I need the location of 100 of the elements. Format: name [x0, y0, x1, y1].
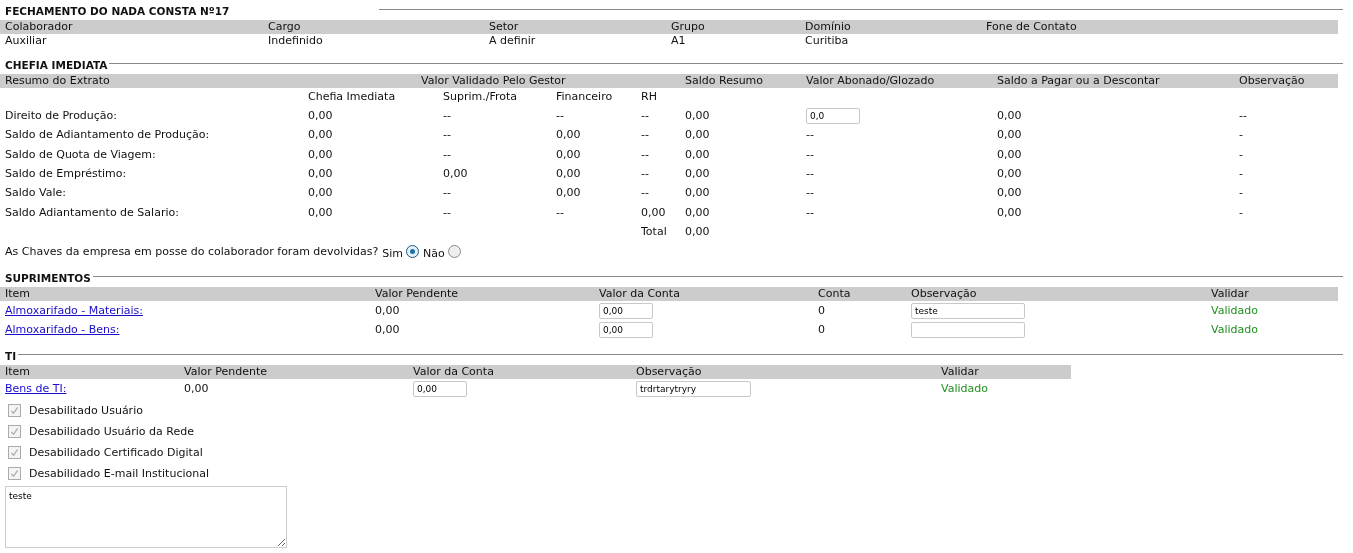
- section-title: TI: [5, 350, 17, 363]
- input-field[interactable]: trdrtarytryry: [636, 380, 751, 397]
- table-cell-text: --: [806, 185, 814, 202]
- column-header: Fone de Contato: [986, 20, 1078, 34]
- table-cell-text: --: [641, 127, 650, 144]
- table-cell-text: --: [806, 146, 814, 163]
- table-cell-text: --: [556, 108, 565, 125]
- table-cell-text: --: [641, 166, 650, 183]
- table-cell-text: --: [806, 127, 814, 144]
- column-header: Item: [5, 287, 32, 302]
- status-text: Validado: [941, 381, 989, 398]
- table-cell-text: 0,00: [375, 322, 401, 339]
- input-field[interactable]: 0,00: [413, 380, 467, 397]
- row-label: Saldo de Adiantamento de Produção:: [5, 127, 211, 144]
- column-header: Setor: [489, 20, 520, 34]
- table-cell-text: --: [806, 204, 814, 221]
- checkmark-icon: [10, 448, 19, 458]
- item-link[interactable]: Almoxarifado - Bens:: [5, 320, 120, 340]
- table-cell-text: Indefinido: [268, 34, 324, 48]
- table-cell-text: 0,00: [997, 108, 1023, 125]
- table-cell-text: --: [443, 146, 452, 163]
- table-cell-text: --: [443, 127, 452, 144]
- table-cell-text: 0,00: [997, 185, 1023, 202]
- checkbox-label: Desabilidado Usuário da Rede: [29, 425, 194, 439]
- table-cell-text: --: [806, 166, 814, 183]
- checkmark-icon: [10, 427, 19, 437]
- table-cell-text: 0,00: [997, 146, 1023, 163]
- table-cell-text: --: [443, 185, 452, 202]
- input-field[interactable]: 0,00: [599, 321, 653, 338]
- table-cell-text: 0,00: [556, 146, 582, 163]
- table-cell-text: 0,00: [443, 166, 469, 183]
- table-cell-text: 0,00: [997, 166, 1023, 183]
- table-cell-text: A definir: [489, 34, 537, 48]
- table-cell-text: --: [1239, 108, 1248, 125]
- table-cell-text: 0,00: [685, 204, 711, 221]
- table-cell-text: Curitiba: [805, 34, 850, 48]
- table-cell-text: 0,00: [685, 146, 711, 163]
- column-header: Valor da Conta: [413, 365, 495, 380]
- column-header: Observação: [1239, 74, 1306, 88]
- item-link[interactable]: Bens de TI:: [5, 379, 67, 399]
- row-label: Saldo de Quota de Viagem:: [5, 146, 157, 163]
- input-field[interactable]: 0,0: [806, 107, 860, 124]
- table-cell-text: 0,00: [556, 185, 582, 202]
- table-cell-text: Auxiliar: [5, 34, 48, 48]
- column-subheader: RH: [641, 89, 658, 105]
- total-value: 0,00: [685, 223, 711, 240]
- table-cell-text: 0,00: [184, 381, 210, 398]
- row-label: Saldo Adiantamento de Salario:: [5, 204, 180, 221]
- radio-button[interactable]: [406, 245, 419, 259]
- column-header: Valor da Conta: [599, 287, 681, 302]
- table-cell-text: 0,00: [685, 108, 711, 125]
- table-cell-text: 0,00: [308, 185, 334, 202]
- column-header: Cargo: [268, 20, 302, 34]
- row-label: Saldo de Empréstimo:: [5, 166, 128, 183]
- table-cell-text: 0,00: [308, 146, 334, 163]
- table-cell-text: -: [1239, 127, 1244, 144]
- input-field[interactable]: [911, 321, 1025, 338]
- column-header: Colaborador: [5, 20, 74, 34]
- column-header: Domínio: [805, 20, 852, 34]
- radio-label: Sim: [382, 246, 403, 260]
- column-header: Valor Pendente: [375, 287, 459, 302]
- column-header: Resumo do Extrato: [5, 74, 111, 88]
- column-header: Valor Validado Pelo Gestor: [420, 74, 567, 88]
- table-cell-text: --: [443, 108, 452, 125]
- table-cell-text: -: [1239, 146, 1244, 163]
- row-label: Saldo Vale:: [5, 185, 67, 202]
- table-cell-text: 0,00: [997, 127, 1023, 144]
- column-header: Validar: [1211, 287, 1250, 302]
- table-cell-text: --: [556, 204, 565, 221]
- row-label: Direito de Produção:: [5, 108, 119, 125]
- section-title: CHEFIA IMEDIATA: [5, 59, 108, 71]
- column-subheader: Financeiro: [556, 89, 614, 105]
- table-cell-text: 0,00: [641, 204, 667, 221]
- checkbox-label: Desabilitado Usuário: [29, 404, 143, 418]
- column-header: Valor Abonado/Glozado: [806, 74, 936, 88]
- radio-label: Não: [423, 246, 445, 260]
- table-cell-text: A1: [671, 34, 687, 48]
- table-cell-text: --: [641, 185, 650, 202]
- question-text: As Chaves da empresa em posse do colaborador foram devolvidas?: [5, 245, 379, 259]
- status-text: Validado: [1211, 303, 1259, 320]
- column-header: Saldo a Pagar ou a Descontar: [997, 74, 1161, 88]
- column-subheader: Chefia Imediata: [308, 89, 397, 105]
- table-cell-text: --: [641, 108, 650, 125]
- notes-textarea[interactable]: teste: [5, 486, 287, 549]
- table-cell-text: 0,00: [556, 127, 582, 144]
- item-link[interactable]: Almoxarifado - Materiais:: [5, 301, 143, 321]
- input-field[interactable]: 0,00: [599, 302, 653, 319]
- checkbox-label: Desabilidado Certificado Digital: [29, 446, 203, 460]
- checkmark-icon: [10, 469, 19, 479]
- table-cell-text: 0,00: [685, 166, 711, 183]
- table-cell-text: 0,00: [556, 166, 582, 183]
- radio-button[interactable]: [447, 245, 461, 259]
- table-cell-text: 0,00: [308, 127, 334, 144]
- input-field[interactable]: teste: [911, 302, 1025, 319]
- column-header: Grupo: [671, 20, 706, 34]
- column-header: Validar: [941, 365, 980, 380]
- table-cell-text: 0,00: [308, 166, 334, 183]
- checkmark-icon: [10, 406, 19, 416]
- table-cell-text: 0,00: [685, 185, 711, 202]
- checkbox-label: Desabilidado E-mail Institucional: [29, 467, 209, 481]
